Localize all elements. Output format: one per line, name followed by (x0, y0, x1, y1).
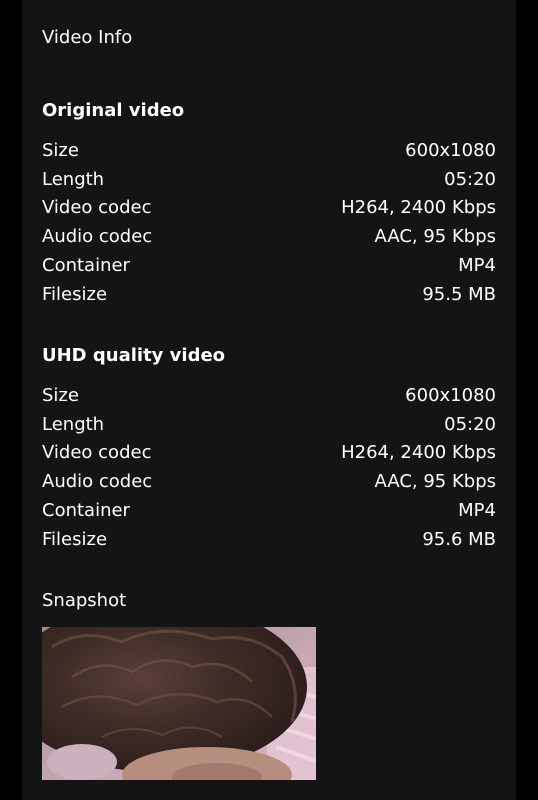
info-row-container: Container MP4 (42, 251, 496, 280)
info-value: 05:20 (444, 413, 496, 435)
info-label: Size (42, 384, 79, 406)
section-heading-uhd: UHD quality video (42, 345, 226, 366)
info-label: Audio codec (42, 226, 153, 248)
info-label: Audio codec (42, 471, 153, 493)
info-label: Video codec (42, 442, 152, 464)
info-value: H264, 2400 Kbps (341, 442, 496, 464)
uhd-info-list: Size 600x1080 Length 05:20 Video codec H… (42, 381, 496, 554)
info-row-audio-codec: Audio codec AAC, 95 Kbps (42, 467, 496, 496)
info-value: MP4 (458, 500, 496, 522)
info-row-container: Container MP4 (42, 496, 496, 525)
snapshot-label: Snapshot (42, 590, 127, 611)
info-value: 600x1080 (405, 139, 496, 161)
info-label: Size (42, 139, 79, 161)
info-row-length: Length 05:20 (42, 410, 496, 439)
video-info-panel: Video Info Original video Size 600x1080 … (22, 0, 516, 800)
info-value: AAC, 95 Kbps (374, 226, 496, 248)
info-label: Filesize (42, 528, 108, 550)
original-info-list: Size 600x1080 Length 05:20 Video codec H… (42, 136, 496, 309)
info-row-audio-codec: Audio codec AAC, 95 Kbps (42, 222, 496, 251)
info-row-size: Size 600x1080 (42, 381, 496, 410)
info-value: 600x1080 (405, 384, 496, 406)
info-value: AAC, 95 Kbps (374, 471, 496, 493)
snapshot-thumbnail (42, 627, 316, 780)
info-label: Container (42, 255, 130, 277)
info-row-size: Size 600x1080 (42, 136, 496, 165)
info-row-filesize: Filesize 95.5 MB (42, 280, 496, 309)
info-value: MP4 (458, 255, 496, 277)
snapshot-image[interactable] (42, 627, 316, 780)
info-row-video-codec: Video codec H264, 2400 Kbps (42, 439, 496, 468)
info-label: Length (42, 413, 105, 435)
info-value: H264, 2400 Kbps (341, 197, 496, 219)
info-value: 05:20 (444, 168, 496, 190)
info-row-filesize: Filesize 95.6 MB (42, 525, 496, 554)
info-row-video-codec: Video codec H264, 2400 Kbps (42, 194, 496, 223)
page-title: Video Info (42, 27, 133, 48)
info-label: Length (42, 168, 105, 190)
info-label: Filesize (42, 283, 108, 305)
info-row-length: Length 05:20 (42, 165, 496, 194)
info-label: Container (42, 500, 130, 522)
info-label: Video codec (42, 197, 152, 219)
info-value: 95.6 MB (422, 528, 496, 550)
section-heading-original: Original video (42, 100, 185, 121)
info-value: 95.5 MB (422, 283, 496, 305)
